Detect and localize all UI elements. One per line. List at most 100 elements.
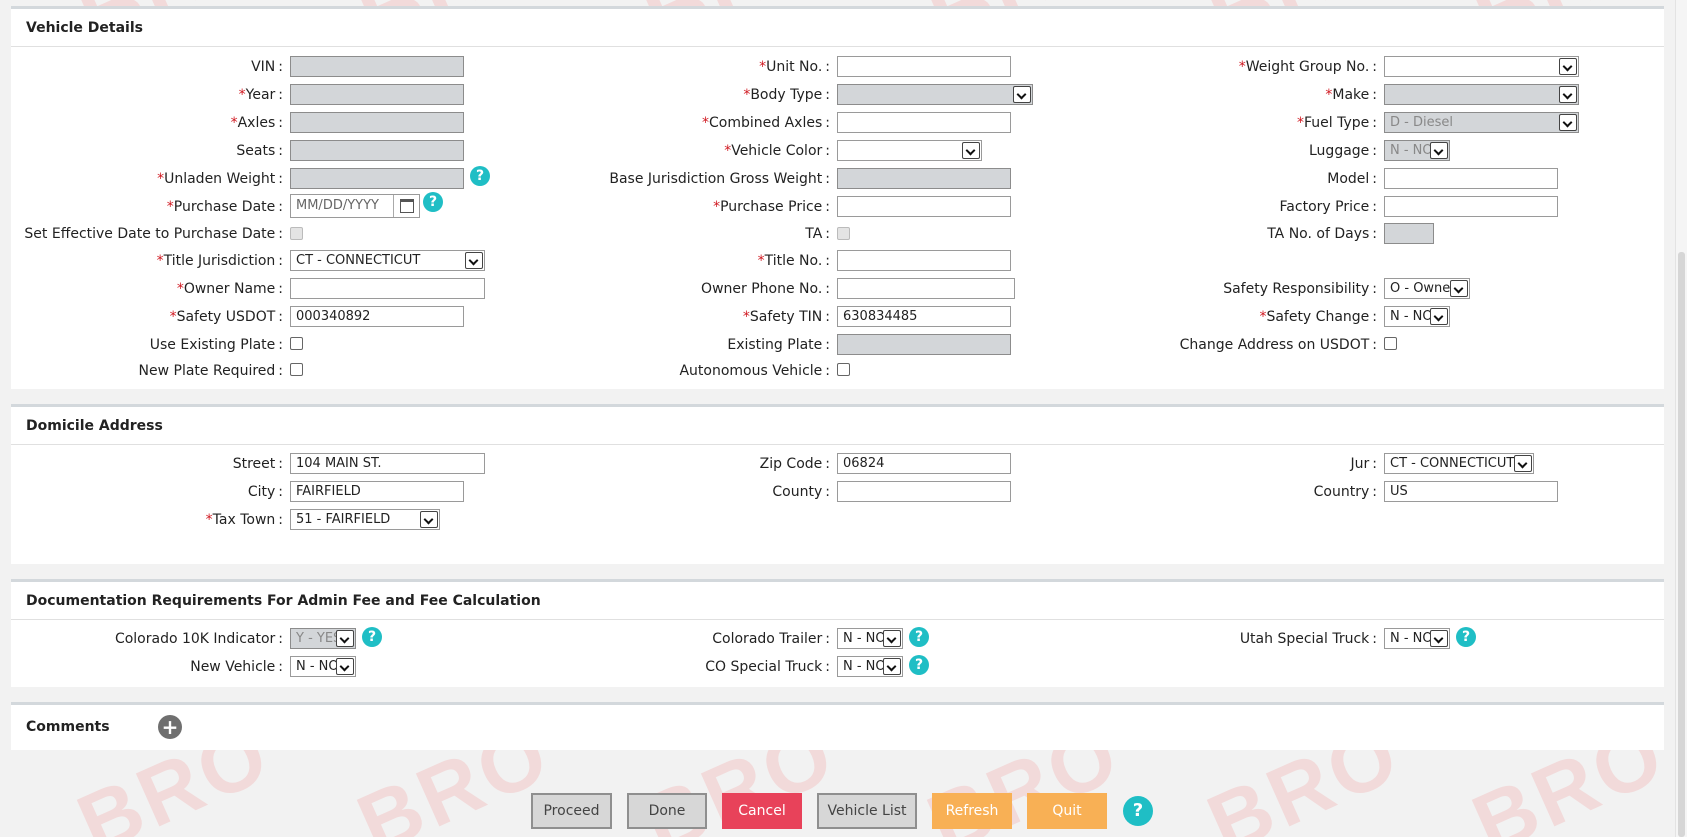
fuel-type-label: *Fuel Type: — [1297, 115, 1377, 131]
tax-town-select[interactable]: 51 - FAIRFIELD — [290, 509, 440, 530]
help-icon[interactable]: ? — [909, 627, 929, 647]
model-label: Model: — [1327, 171, 1377, 187]
owner-name-input[interactable] — [290, 278, 485, 299]
seats-input[interactable] — [290, 140, 464, 161]
county-input[interactable] — [837, 481, 1011, 502]
autonomous-vehicle-label: Autonomous Vehicle: — [679, 363, 830, 379]
year-label: *Year: — [238, 87, 283, 103]
chevron-down-icon — [962, 142, 980, 159]
scrollbar-thumb[interactable] — [1678, 252, 1685, 837]
safety-responsibility-select[interactable]: O - Owner — [1384, 278, 1470, 299]
axles-input[interactable] — [290, 112, 464, 133]
help-icon[interactable]: ? — [423, 192, 443, 212]
jur-select[interactable]: CT - CONNECTICUT — [1384, 453, 1534, 474]
ta-checkbox[interactable] — [837, 227, 850, 240]
help-icon[interactable]: ? — [470, 166, 490, 186]
fuel-type-select[interactable]: D - Diesel — [1384, 112, 1579, 133]
make-select[interactable] — [1384, 84, 1579, 105]
use-existing-plate-label: Use Existing Plate: — [149, 337, 283, 353]
street-input[interactable]: 104 MAIN ST. — [290, 453, 485, 474]
vin-input[interactable] — [290, 56, 464, 77]
proceed-button[interactable]: Proceed — [531, 793, 612, 829]
colorado-10k-select[interactable]: Y - YES — [290, 628, 356, 649]
factory-price-input[interactable] — [1384, 196, 1558, 217]
vehicle-list-button[interactable]: Vehicle List — [817, 793, 917, 829]
chevron-down-icon — [1430, 142, 1448, 159]
utah-special-truck-select[interactable]: N - NO — [1384, 628, 1450, 649]
purchase-date-input[interactable]: MM/DD/YYYY — [290, 194, 420, 218]
body-type-select[interactable] — [837, 84, 1033, 105]
year-input[interactable] — [290, 84, 464, 105]
street-label: Street: — [232, 456, 283, 472]
chevron-down-icon — [1430, 308, 1448, 325]
chevron-down-icon — [1450, 280, 1468, 297]
title-jurisdiction-select[interactable]: CT - CONNECTICUT — [290, 250, 485, 271]
ta-label: TA: — [805, 226, 830, 242]
new-vehicle-label: New Vehicle: — [190, 659, 283, 675]
chevron-down-icon — [1013, 86, 1031, 103]
vin-label: VIN: — [251, 59, 283, 75]
seats-label: Seats: — [236, 143, 283, 159]
existing-plate-input[interactable] — [837, 334, 1011, 355]
owner-name-label: *Owner Name: — [176, 281, 283, 297]
jur-label: Jur: — [1350, 456, 1377, 472]
unladen-weight-label: *Unladen Weight: — [157, 171, 283, 187]
unladen-weight-input[interactable] — [290, 168, 464, 189]
help-icon[interactable]: ? — [1456, 627, 1476, 647]
done-button[interactable]: Done — [627, 793, 707, 829]
county-label: County: — [772, 484, 830, 500]
help-icon[interactable]: ? — [362, 627, 382, 647]
chevron-down-icon — [1559, 114, 1577, 131]
safety-usdot-label: *Safety USDOT: — [169, 309, 283, 325]
chevron-down-icon — [465, 252, 483, 269]
calendar-icon[interactable] — [393, 195, 419, 217]
country-input[interactable]: US — [1384, 481, 1558, 502]
page-scrollbar[interactable] — [1675, 0, 1687, 837]
colorado-trailer-select[interactable]: N - NO — [837, 628, 903, 649]
weight-group-no-label: *Weight Group No.: — [1238, 59, 1377, 75]
comments-title: Comments — [26, 719, 110, 735]
co-special-truck-select[interactable]: N - NO — [837, 656, 903, 677]
base-jur-gross-weight-label: Base Jurisdiction Gross Weight: — [609, 171, 830, 187]
luggage-select[interactable]: N - NO — [1384, 140, 1450, 161]
tax-town-label: *Tax Town: — [205, 512, 283, 528]
vehicle-color-label: *Vehicle Color: — [724, 143, 830, 159]
owner-phone-input[interactable] — [837, 278, 1015, 299]
safety-usdot-input[interactable]: 000340892 — [290, 306, 464, 327]
vehicle-details-title: Vehicle Details — [11, 9, 1664, 47]
change-address-usdot-checkbox[interactable] — [1384, 337, 1397, 350]
weight-group-no-select[interactable] — [1384, 56, 1579, 77]
unit-no-input[interactable] — [837, 56, 1011, 77]
use-existing-plate-checkbox[interactable] — [290, 337, 303, 350]
model-input[interactable] — [1384, 168, 1558, 189]
set-effective-date-checkbox[interactable] — [290, 227, 303, 240]
safety-tin-input[interactable]: 630834485 — [837, 306, 1011, 327]
purchase-date-label: *Purchase Date: — [166, 199, 283, 215]
city-input[interactable]: FAIRFIELD — [290, 481, 464, 502]
help-icon[interactable]: ? — [1123, 796, 1153, 826]
country-label: Country: — [1313, 484, 1377, 500]
help-icon[interactable]: ? — [909, 655, 929, 675]
utah-special-truck-label: Utah Special Truck: — [1239, 631, 1377, 647]
domicile-address-title: Domicile Address — [11, 407, 1664, 445]
ta-days-input[interactable] — [1384, 223, 1434, 244]
safety-change-select[interactable]: N - NO — [1384, 306, 1450, 327]
cancel-button[interactable]: Cancel — [722, 793, 802, 829]
purchase-price-input[interactable] — [837, 196, 1011, 217]
documentation-title: Documentation Requirements For Admin Fee… — [11, 582, 1664, 620]
new-vehicle-select[interactable]: N - NO — [290, 656, 356, 677]
quit-button[interactable]: Quit — [1027, 793, 1107, 829]
base-jur-gross-weight-input[interactable] — [837, 168, 1011, 189]
chevron-down-icon — [1430, 630, 1448, 647]
title-no-input[interactable] — [837, 250, 1011, 271]
zip-code-label: Zip Code: — [759, 456, 830, 472]
new-plate-required-checkbox[interactable] — [290, 363, 303, 376]
set-effective-date-label: Set Effective Date to Purchase Date: — [24, 226, 283, 242]
refresh-button[interactable]: Refresh — [932, 793, 1012, 829]
combined-axles-input[interactable] — [837, 112, 1011, 133]
unit-no-label: *Unit No.: — [759, 59, 830, 75]
add-comment-icon[interactable]: + — [158, 715, 182, 739]
vehicle-color-select[interactable] — [837, 140, 982, 161]
autonomous-vehicle-checkbox[interactable] — [837, 363, 850, 376]
zip-code-input[interactable]: 06824 — [837, 453, 1011, 474]
